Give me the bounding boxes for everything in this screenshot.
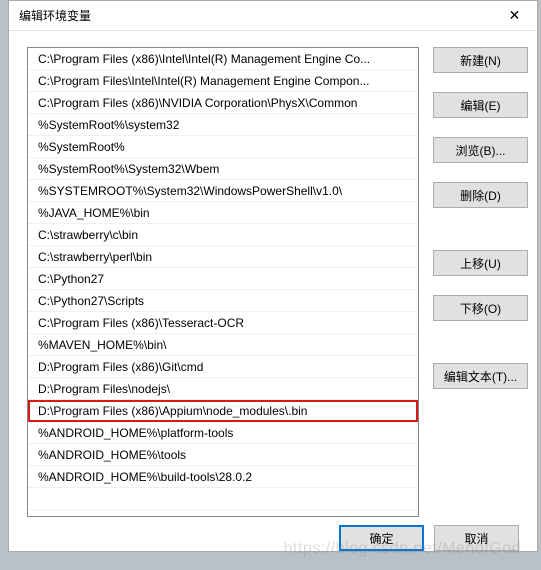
dialog-footer: 确定 取消 — [9, 517, 537, 563]
list-item[interactable] — [28, 488, 418, 510]
list-item[interactable]: %JAVA_HOME%\bin — [28, 202, 418, 224]
dialog-body: C:\Program Files (x86)\Intel\Intel(R) Ma… — [9, 31, 537, 517]
edit-text-button[interactable]: 编辑文本(T)... — [433, 363, 528, 389]
cancel-button[interactable]: 取消 — [434, 525, 519, 551]
close-button[interactable]: ✕ — [492, 1, 537, 31]
list-item[interactable]: D:\Program Files (x86)\Appium\node_modul… — [28, 400, 418, 422]
path-listbox[interactable]: C:\Program Files (x86)\Intel\Intel(R) Ma… — [27, 47, 419, 517]
button-column: 新建(N) 编辑(E) 浏览(B)... 删除(D) 上移(U) 下移(O) 编… — [433, 47, 528, 517]
dialog-title: 编辑环境变量 — [19, 7, 91, 24]
list-item[interactable]: C:\Program Files (x86)\NVIDIA Corporatio… — [28, 92, 418, 114]
list-item[interactable]: %ANDROID_HOME%\build-tools\28.0.2 — [28, 466, 418, 488]
list-item[interactable]: C:\Program Files (x86)\Tesseract-OCR — [28, 312, 418, 334]
list-item[interactable]: C:\Program Files\Intel\Intel(R) Manageme… — [28, 70, 418, 92]
list-item[interactable]: %ANDROID_HOME%\tools — [28, 444, 418, 466]
list-item[interactable]: D:\Program Files (x86)\Git\cmd — [28, 356, 418, 378]
close-icon: ✕ — [509, 7, 521, 24]
ok-button[interactable]: 确定 — [339, 525, 424, 551]
list-item[interactable]: C:\Python27 — [28, 268, 418, 290]
new-button[interactable]: 新建(N) — [433, 47, 528, 73]
delete-button[interactable]: 删除(D) — [433, 182, 528, 208]
edit-button[interactable]: 编辑(E) — [433, 92, 528, 118]
list-item[interactable]: D:\Program Files\nodejs\ — [28, 378, 418, 400]
list-item[interactable]: %SystemRoot% — [28, 136, 418, 158]
list-item[interactable]: C:\strawberry\perl\bin — [28, 246, 418, 268]
environment-variable-dialog: 编辑环境变量 ✕ C:\Program Files (x86)\Intel\In… — [8, 0, 538, 552]
list-item[interactable]: %ANDROID_HOME%\platform-tools — [28, 422, 418, 444]
list-item[interactable]: %SystemRoot%\system32 — [28, 114, 418, 136]
list-item[interactable]: %MAVEN_HOME%\bin\ — [28, 334, 418, 356]
move-down-button[interactable]: 下移(O) — [433, 295, 528, 321]
list-item[interactable]: C:\strawberry\c\bin — [28, 224, 418, 246]
titlebar: 编辑环境变量 ✕ — [9, 1, 537, 31]
list-item[interactable]: C:\Python27\Scripts — [28, 290, 418, 312]
browse-button[interactable]: 浏览(B)... — [433, 137, 528, 163]
list-item[interactable]: C:\Program Files (x86)\Intel\Intel(R) Ma… — [28, 48, 418, 70]
move-up-button[interactable]: 上移(U) — [433, 250, 528, 276]
list-item[interactable]: %SYSTEMROOT%\System32\WindowsPowerShell\… — [28, 180, 418, 202]
list-item[interactable]: %SystemRoot%\System32\Wbem — [28, 158, 418, 180]
